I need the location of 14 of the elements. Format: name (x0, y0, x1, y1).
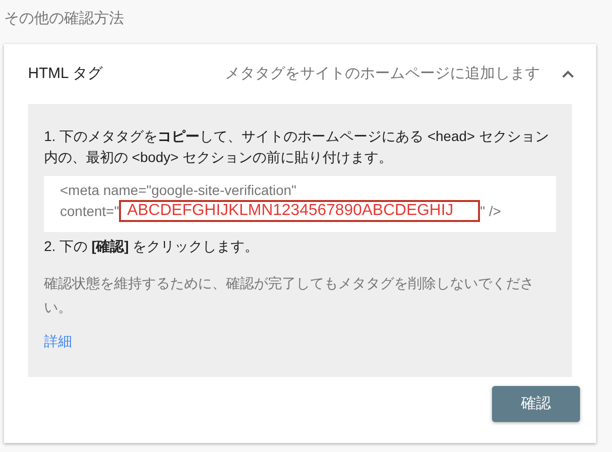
method-header[interactable]: HTML タグ メタタグをサイトのホームページに追加します (4, 44, 596, 104)
step-text: 1. 下のメタタグをコピーして、サイトのホームページにある <head> セクション内の、最初の <body> セクションの前に貼り付けます。 (44, 127, 550, 167)
code-line: <meta name="google-site-verification" (60, 181, 298, 200)
section-title: その他の確認方法 (3, 9, 125, 29)
details-link[interactable]: 詳細 (44, 331, 72, 352)
note-text: 確認状態を維持するために、確認が完了してもメタタグを削除しないでください。 (44, 274, 535, 317)
method-description: メタタグをサイトのホームページに追加します (225, 64, 540, 84)
code-text: content=" (60, 202, 120, 221)
verification-token[interactable]: ABCDEFGHIJKLMN1234567890ABCDEGHIJ (119, 200, 480, 222)
verify-button[interactable]: 確認 (492, 386, 580, 422)
step-text: 2. 下の [確認] をクリックします。 (44, 237, 260, 256)
chevron-up-icon[interactable] (562, 70, 574, 78)
code-text: " /> (480, 202, 502, 221)
method-title: HTML タグ (28, 64, 102, 84)
